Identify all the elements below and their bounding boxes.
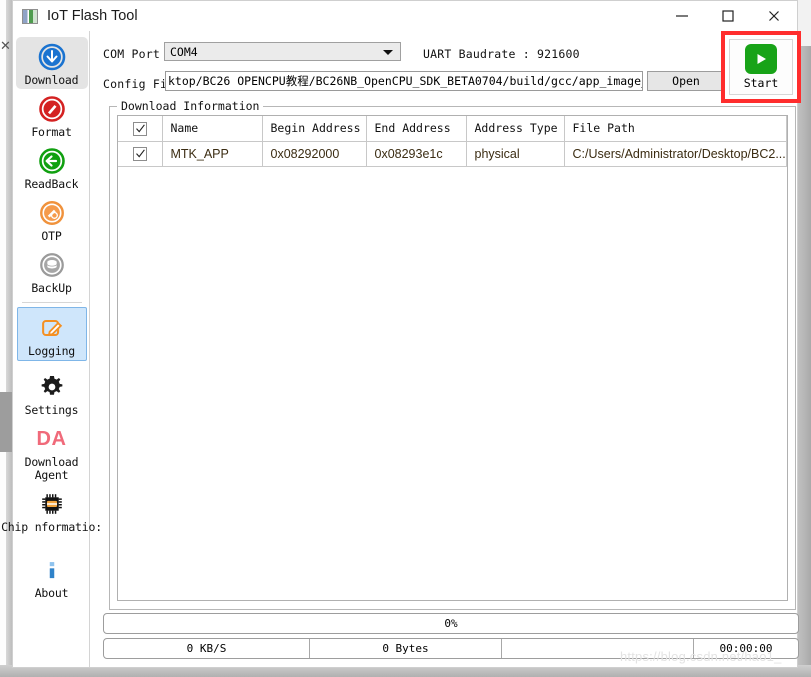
download-circle-icon — [36, 41, 68, 73]
progress-bar: 0% — [103, 613, 799, 634]
sidebar-item-label: Download Agent — [24, 456, 79, 482]
sidebar-divider — [21, 302, 82, 303]
sidebar-item-backup[interactable]: BackUp — [16, 245, 88, 297]
status-elapsed: 00:00:00 — [719, 642, 773, 655]
chevron-down-icon — [383, 50, 393, 55]
column-header-address-type[interactable]: Address Type — [466, 116, 565, 142]
info-icon — [36, 554, 68, 586]
com-port-select[interactable]: COM4 — [164, 42, 401, 61]
cell-begin-address: 0x08292000 — [262, 141, 367, 167]
status-speed: 0 KB/S — [104, 639, 310, 658]
start-button-label: Start — [743, 76, 779, 90]
cell-file-path: C:/Users/Administrator/Desktop/BC2... — [564, 141, 787, 167]
maximize-icon[interactable] — [705, 1, 751, 31]
config-file-input[interactable]: ktop/BC26 OPENCPU教程/BC26NB_OpenCPU_SDK_B… — [165, 71, 643, 91]
sidebar-item-format[interactable]: Format — [16, 89, 88, 141]
config-file-value: ktop/BC26 OPENCPU教程/BC26NB_OpenCPU_SDK_B… — [168, 74, 642, 88]
sidebar-item-label: Format — [31, 126, 72, 139]
sidebar-item-label: OTP — [41, 230, 62, 243]
background-scrollbar-thumb[interactable] — [0, 392, 12, 452]
row-checkbox[interactable] — [132, 146, 147, 161]
table-header-row: Name Begin Address End Address Address T… — [118, 116, 787, 142]
da-text-icon: DA — [36, 427, 67, 450]
title-bar[interactable]: IoT Flash Tool — [13, 1, 797, 31]
cell-address-type: physical — [466, 141, 565, 167]
download-information-table: Name Begin Address End Address Address T… — [117, 115, 788, 601]
format-eraser-icon — [36, 93, 68, 125]
logging-pencil-icon — [36, 312, 68, 344]
sidebar-item-download[interactable]: Download — [15, 37, 88, 89]
app-icon — [22, 8, 38, 24]
sidebar-item-readback[interactable]: ReadBack — [16, 141, 88, 193]
sidebar-item-label: ReadBack — [24, 178, 79, 191]
com-port-label: COM Port — [103, 47, 160, 61]
sidebar-item-label: BackUp — [31, 282, 72, 295]
background-window-left — [0, 0, 12, 677]
sidebar-item-label: About — [34, 587, 69, 600]
sidebar-item-chip-information[interactable]: Chip nformatio: — [1, 484, 102, 536]
sidebar-item-label: Download — [24, 74, 79, 87]
start-button[interactable]: Start — [729, 39, 793, 95]
status-message — [502, 639, 694, 658]
sidebar-item-label: Settings — [24, 404, 79, 417]
chip-icon — [36, 488, 68, 520]
status-bytes: 0 Bytes — [310, 639, 502, 658]
column-header-end-address[interactable]: End Address — [366, 116, 467, 142]
column-header-name[interactable]: Name — [162, 116, 263, 142]
progress-percent-label: 0% — [444, 617, 458, 630]
window-title: IoT Flash Tool — [47, 8, 138, 24]
sidebar-item-download-agent[interactable]: DA Download Agent — [16, 419, 88, 484]
cell-end-address: 0x08293e1c — [366, 141, 467, 167]
sidebar: Download Format ReadBack OTP BackUp Logg… — [1, 31, 102, 667]
uart-baudrate-label: UART Baudrate : 921600 — [423, 47, 580, 61]
open-button[interactable]: Open — [647, 71, 725, 91]
sidebar-item-about[interactable]: About — [16, 550, 88, 602]
sidebar-item-label: Logging — [27, 345, 76, 358]
minimize-icon[interactable] — [659, 1, 705, 31]
download-information-title: Download Information — [117, 99, 264, 113]
com-port-value: COM4 — [170, 44, 198, 59]
play-icon — [745, 44, 777, 74]
cell-name: MTK_APP — [162, 141, 263, 167]
row-checkbox-cell[interactable] — [118, 141, 163, 167]
window-controls — [659, 1, 797, 31]
sidebar-item-logging[interactable]: Logging — [16, 307, 87, 361]
otp-lock-icon — [36, 197, 68, 229]
backup-database-icon — [36, 249, 68, 281]
select-all-checkbox-cell[interactable] — [118, 116, 163, 142]
status-bar: 0 KB/S 0 Bytes 00:00:00 — [103, 638, 799, 659]
iot-flash-tool-window: IoT Flash Tool Download Format ReadBack … — [1, 0, 801, 668]
column-header-file-path[interactable]: File Path — [564, 116, 787, 142]
background-glyph-left: ✕ — [0, 38, 11, 53]
column-header-begin-address[interactable]: Begin Address — [262, 116, 367, 142]
sidebar-item-label: Chip nformatio: — [1, 521, 102, 534]
sidebar-item-otp[interactable]: OTP — [16, 193, 88, 245]
select-all-checkbox[interactable] — [132, 121, 147, 136]
close-icon[interactable] — [751, 1, 797, 31]
gear-icon — [36, 371, 68, 403]
readback-arrow-icon — [36, 145, 68, 177]
table-row[interactable]: MTK_APP 0x08292000 0x08293e1c physical C… — [118, 141, 787, 167]
sidebar-item-settings[interactable]: Settings — [16, 367, 88, 419]
screen: ✕ ⚲ ⊢ IoT Flash Tool — [0, 0, 811, 677]
